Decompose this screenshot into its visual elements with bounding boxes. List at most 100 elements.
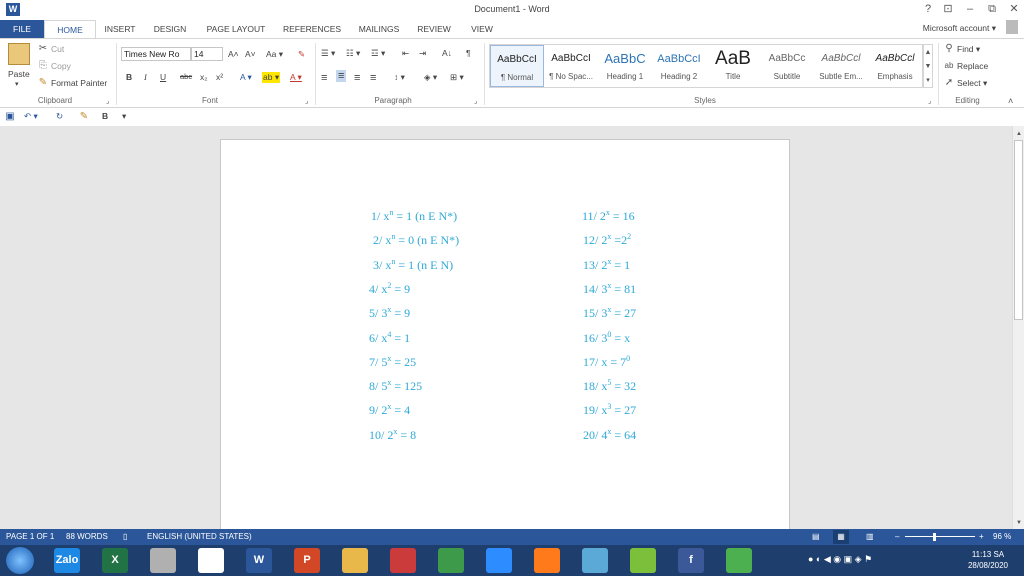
- equation-line[interactable]: 9/ 2x = 4: [369, 402, 410, 418]
- sort-button[interactable]: A↓: [442, 48, 452, 58]
- text-effects-button[interactable]: A ▾: [240, 72, 252, 83]
- paragraph-launcher-icon[interactable]: ⌟: [474, 96, 477, 108]
- find-button[interactable]: Find ▾: [957, 44, 980, 55]
- scroll-down-icon[interactable]: ▼: [1014, 517, 1024, 529]
- customize-qat-button[interactable]: ▾: [122, 111, 126, 122]
- style-title[interactable]: AaB Title: [706, 45, 760, 87]
- line-spacing-button[interactable]: ↕ ▾: [394, 72, 405, 83]
- print-layout-icon[interactable]: ▦: [833, 530, 849, 544]
- font-name-field[interactable]: Times New Ro: [121, 47, 191, 61]
- close-button[interactable]: ✕: [1006, 2, 1022, 17]
- highlight-button[interactable]: ab ▾: [262, 72, 281, 83]
- cursor-icon[interactable]: ➚: [944, 77, 954, 89]
- equation-line[interactable]: 20/ 4x = 64: [583, 427, 636, 443]
- taskbar-app-icon[interactable]: [198, 548, 224, 573]
- subscript-button[interactable]: x₂: [200, 72, 208, 82]
- bold-button[interactable]: B: [126, 72, 132, 82]
- zoom-in-button[interactable]: +: [979, 529, 984, 545]
- qat-bold-button[interactable]: B: [102, 111, 108, 121]
- underline-button[interactable]: U: [160, 72, 166, 82]
- paste-icon[interactable]: [8, 43, 30, 65]
- equation-line[interactable]: 10/ 2x = 8: [369, 427, 416, 443]
- styles-scroll[interactable]: ▲ ▼ ▾: [923, 44, 933, 88]
- superscript-button[interactable]: x²: [216, 72, 223, 82]
- tab-page-layout[interactable]: PAGE LAYOUT: [200, 20, 272, 38]
- italic-button[interactable]: I: [144, 72, 147, 82]
- taskbar-app-icon[interactable]: W: [246, 548, 272, 573]
- taskbar-app-icon[interactable]: X: [102, 548, 128, 573]
- equation-line[interactable]: 12/ 2x =22: [583, 232, 631, 248]
- cut-button[interactable]: Cut: [51, 44, 64, 54]
- multilevel-list-button[interactable]: ☲ ▾: [371, 48, 385, 59]
- start-button[interactable]: [6, 547, 34, 574]
- tab-file[interactable]: FILE: [0, 20, 44, 38]
- avatar[interactable]: [1006, 20, 1018, 34]
- taskbar-app-icon[interactable]: P: [294, 548, 320, 573]
- style-no-spacing[interactable]: AaBbCcI ¶ No Spac...: [544, 45, 598, 87]
- equation-line[interactable]: 11/ 2x = 16: [582, 208, 635, 224]
- tab-design[interactable]: DESIGN: [150, 20, 190, 38]
- ribbon-display-icon[interactable]: ⊡: [940, 2, 956, 17]
- binoculars-icon[interactable]: ⚲: [944, 43, 954, 55]
- replace-icon[interactable]: ab: [944, 60, 954, 72]
- tab-view[interactable]: VIEW: [464, 20, 500, 38]
- taskbar-app-icon[interactable]: [438, 548, 464, 573]
- align-left-button[interactable]: ≡: [321, 72, 327, 84]
- equation-line[interactable]: 1/ xn = 1 (n E N*): [371, 208, 457, 224]
- tab-review[interactable]: REVIEW: [412, 20, 456, 38]
- redo-button[interactable]: ↻: [56, 111, 63, 122]
- save-icon[interactable]: ▣: [4, 111, 16, 123]
- minimize-button[interactable]: –: [962, 2, 978, 17]
- grow-font-button[interactable]: A˄: [228, 49, 239, 59]
- scroll-up-icon[interactable]: ▲: [1014, 128, 1024, 140]
- format-painter-button[interactable]: Format Painter: [51, 78, 107, 88]
- zoom-slider[interactable]: [905, 536, 975, 537]
- taskbar-app-icon[interactable]: [726, 548, 752, 573]
- scissors-icon[interactable]: ✂: [38, 43, 48, 55]
- chevron-up-icon[interactable]: ▲: [924, 47, 932, 59]
- change-case-button[interactable]: Aa ▾: [266, 49, 283, 60]
- tab-home[interactable]: HOME: [44, 20, 96, 38]
- equation-line[interactable]: 7/ 5x = 25: [369, 354, 416, 370]
- taskbar-app-icon[interactable]: [630, 548, 656, 573]
- proofing-icon[interactable]: ▯: [123, 529, 127, 545]
- language-status[interactable]: ENGLISH (UNITED STATES): [147, 529, 252, 545]
- word-count[interactable]: 88 WORDS: [66, 529, 108, 545]
- style-normal[interactable]: AaBbCcI ¶ Normal: [490, 45, 544, 87]
- style-heading-2[interactable]: AaBbCcI Heading 2: [652, 45, 706, 87]
- taskbar-app-icon[interactable]: [150, 548, 176, 573]
- more-styles-icon[interactable]: ▾: [924, 75, 932, 87]
- taskbar-app-icon[interactable]: [486, 548, 512, 573]
- equation-line[interactable]: 17/ x = 70: [583, 354, 630, 370]
- collapse-ribbon-icon[interactable]: ˄: [1008, 95, 1013, 107]
- taskbar-app-icon[interactable]: [390, 548, 416, 573]
- justify-button[interactable]: ≡: [370, 72, 376, 84]
- equation-line[interactable]: 6/ x4 = 1: [369, 330, 410, 346]
- shading-button[interactable]: ◈ ▾: [424, 72, 437, 83]
- taskbar-app-icon[interactable]: [342, 548, 368, 573]
- taskbar-app-icon[interactable]: Zalo: [54, 548, 80, 573]
- increase-indent-button[interactable]: ⇥: [419, 48, 426, 59]
- equation-line[interactable]: 18/ x5 = 32: [583, 378, 636, 394]
- clear-formatting-icon[interactable]: ✎: [298, 49, 305, 60]
- numbering-button[interactable]: ☷ ▾: [346, 48, 360, 59]
- equation-line[interactable]: 4/ x2 = 9: [369, 281, 410, 297]
- format-painter-icon[interactable]: ✎: [38, 77, 48, 89]
- decrease-indent-button[interactable]: ⇤: [402, 48, 409, 59]
- font-color-button[interactable]: A ▾: [290, 72, 302, 83]
- replace-button[interactable]: Replace: [957, 61, 988, 71]
- clipboard-launcher-icon[interactable]: ⌟: [106, 96, 109, 108]
- equation-line[interactable]: 15/ 3x = 27: [583, 305, 636, 321]
- help-icon[interactable]: ?: [920, 2, 936, 17]
- show-marks-button[interactable]: ¶: [466, 48, 471, 58]
- tab-mailings[interactable]: MAILINGS: [352, 20, 406, 38]
- zoom-slider-thumb[interactable]: [933, 533, 936, 541]
- equation-line[interactable]: 16/ 30 = x: [583, 330, 630, 346]
- align-right-button[interactable]: ≡: [354, 72, 360, 84]
- undo-button[interactable]: ↶ ▾: [24, 111, 38, 122]
- borders-button[interactable]: ⊞ ▾: [450, 72, 464, 83]
- taskbar-app-icon[interactable]: [582, 548, 608, 573]
- clock[interactable]: 11:13 SA 28/08/2020: [968, 549, 1008, 571]
- select-button[interactable]: Select ▾: [957, 78, 987, 89]
- zoom-out-button[interactable]: –: [895, 529, 899, 545]
